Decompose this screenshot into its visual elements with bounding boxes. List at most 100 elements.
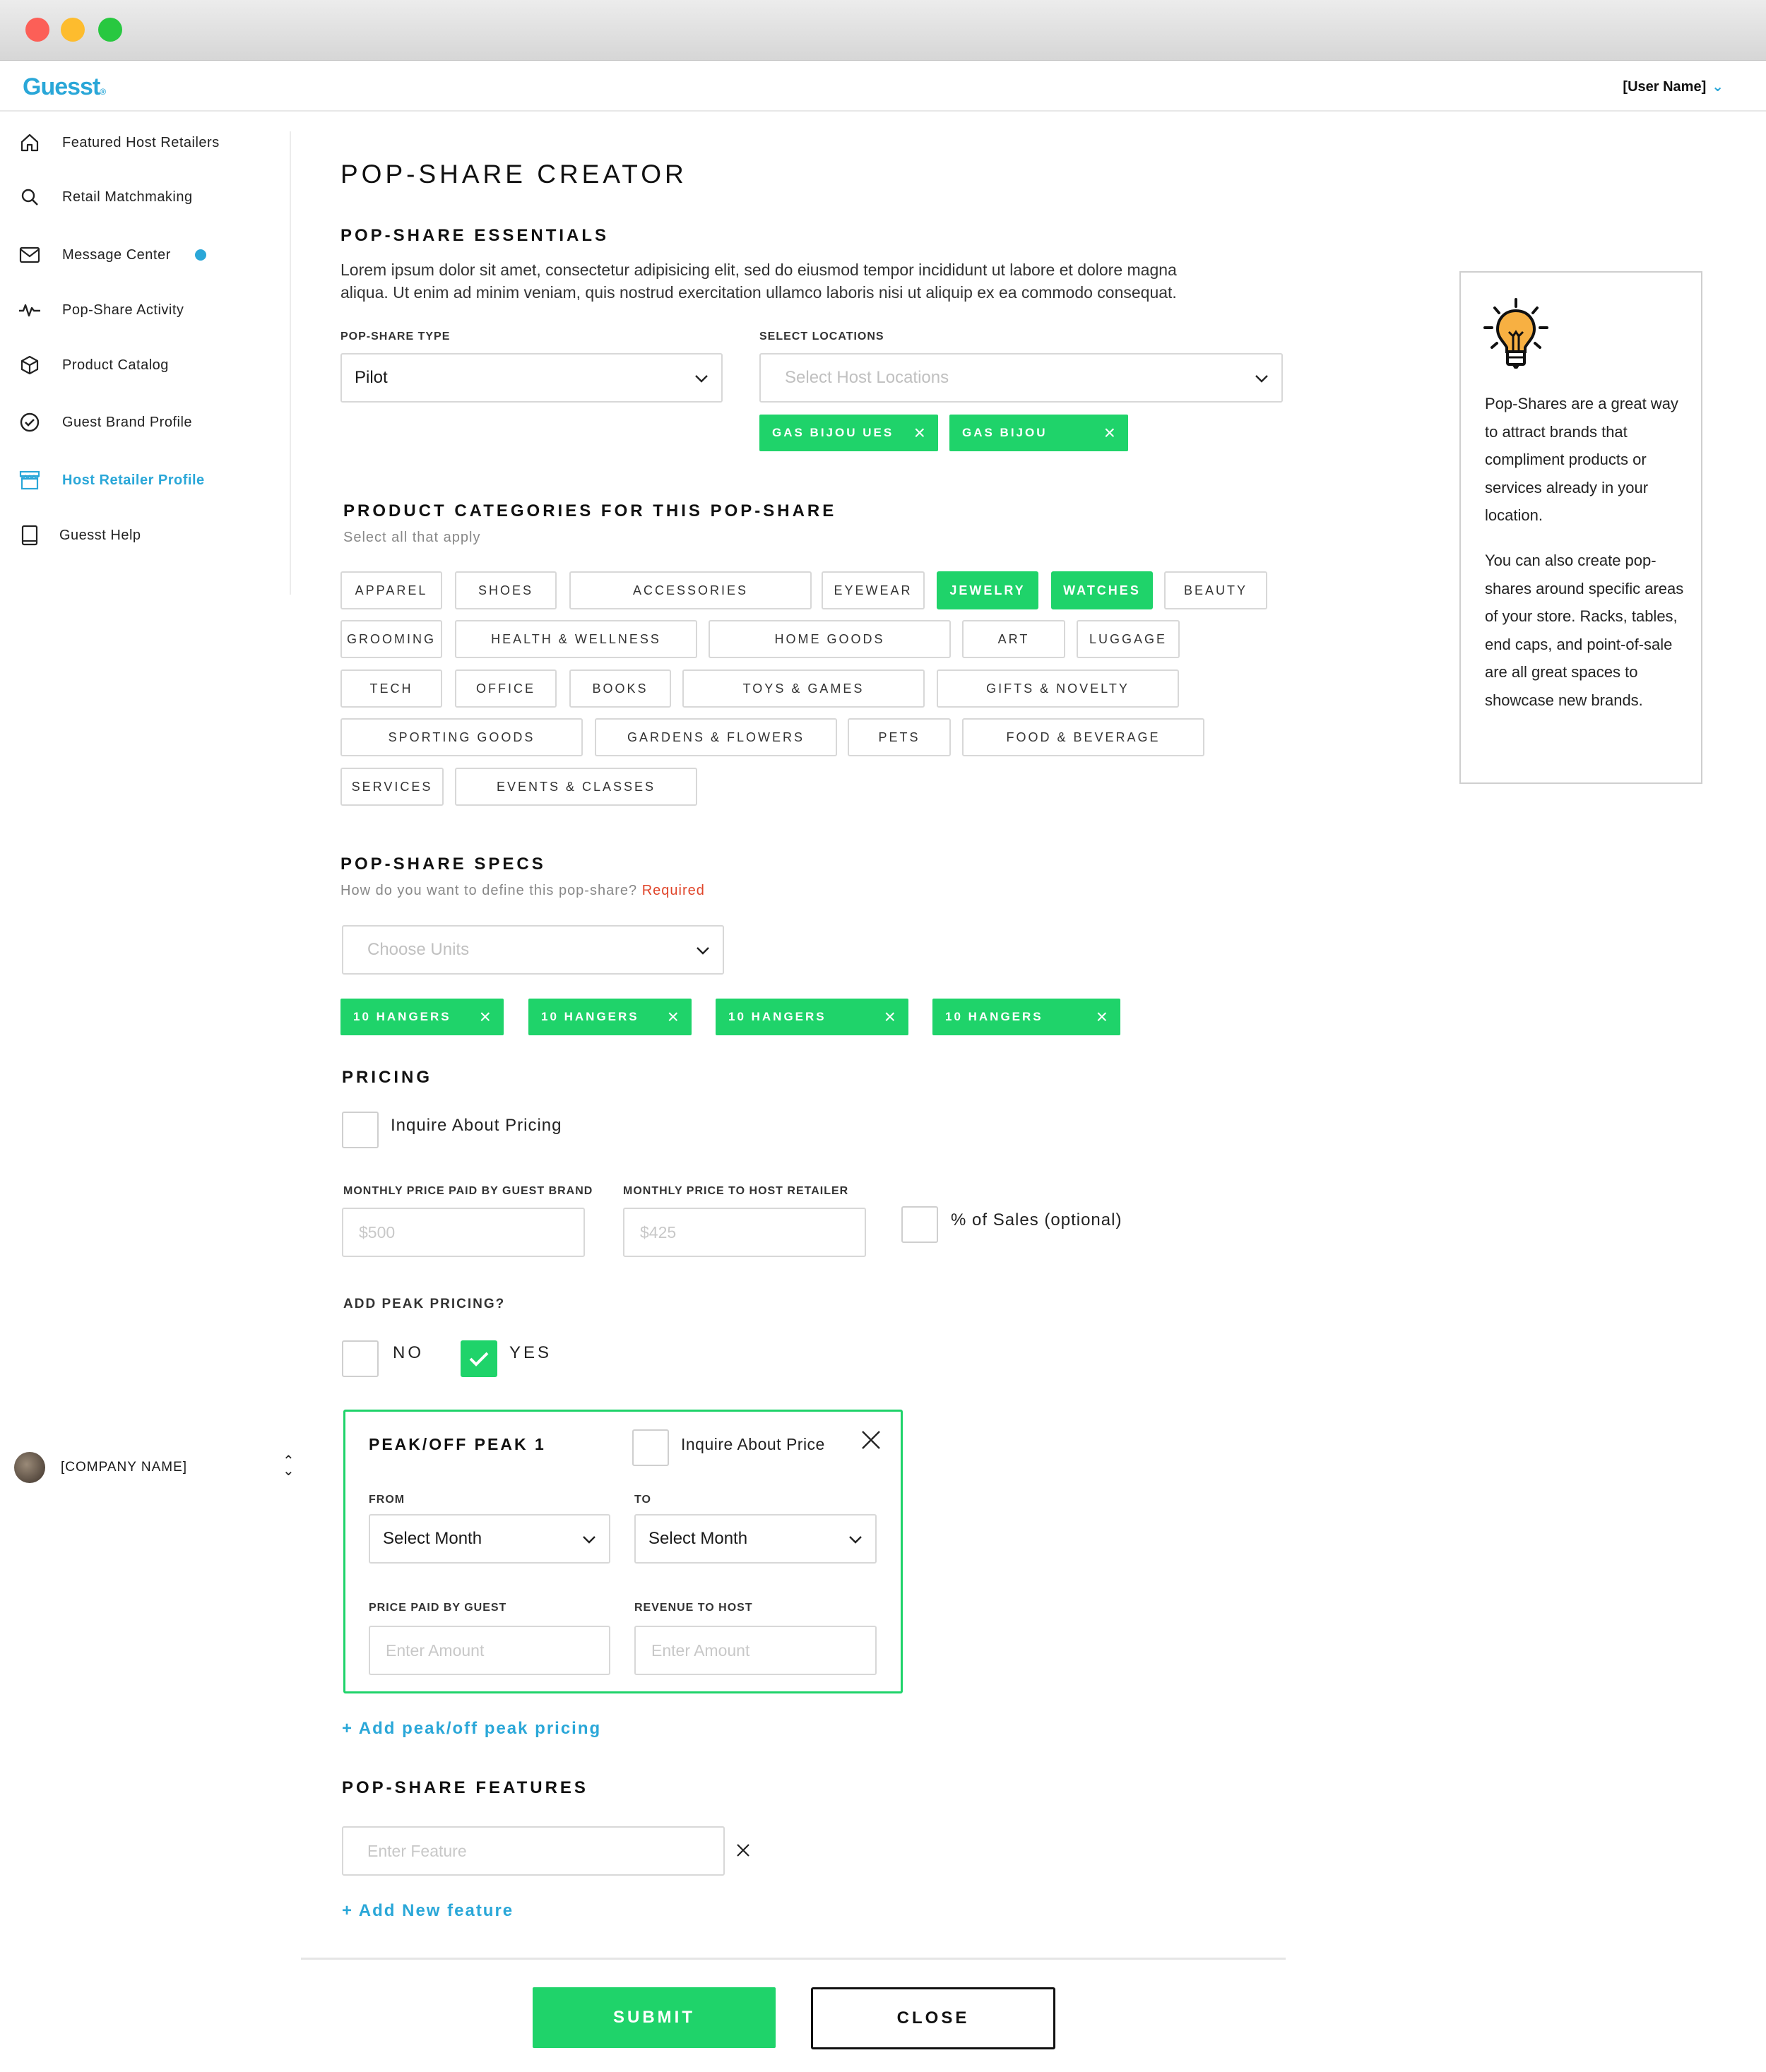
- category-chip[interactable]: ART: [962, 620, 1065, 658]
- company-switcher[interactable]: [COMPANY NAME]: [14, 1452, 187, 1483]
- category-chip[interactable]: TOYS & GAMES: [682, 669, 925, 708]
- search-icon: [18, 186, 41, 208]
- pop-share-type-label: POP-SHARE TYPE: [340, 331, 451, 343]
- from-month-select[interactable]: Select Month: [369, 1514, 610, 1564]
- category-chip[interactable]: BOOKS: [569, 669, 671, 708]
- essentials-description: Lorem ipsum dolor sit amet, consectetur …: [340, 261, 1177, 302]
- category-chip[interactable]: OFFICE: [455, 669, 557, 708]
- guest-price-input[interactable]: $500: [342, 1208, 585, 1257]
- sidebar-item-retail-matchmaking[interactable]: Retail Matchmaking: [18, 183, 193, 211]
- add-feature-link[interactable]: + Add New feature: [342, 1901, 514, 1921]
- category-chip[interactable]: EVENTS & CLASSES: [455, 768, 697, 806]
- spec-tag[interactable]: 10 HANGERS ×: [340, 999, 504, 1035]
- app-header: Guesst® [User Name] ⌄: [0, 61, 1766, 112]
- category-chip[interactable]: GARDENS & FLOWERS: [595, 718, 837, 756]
- category-chip[interactable]: ACCESSORIES: [569, 571, 812, 609]
- select-locations-label: SELECT LOCATIONS: [759, 331, 884, 343]
- percent-sales-label: % of Sales (optional): [951, 1210, 1122, 1229]
- maximize-window-button[interactable]: [98, 18, 122, 42]
- checkmark-icon: [469, 1352, 489, 1367]
- categories-heading: PRODUCT CATEGORIES FOR THIS POP-SHARE: [343, 501, 837, 520]
- location-tag[interactable]: GAS BIJOU UES ×: [759, 415, 938, 451]
- from-label: FROM: [369, 1494, 405, 1506]
- locations-select[interactable]: Select Host Locations: [759, 353, 1283, 403]
- activity-icon: [18, 299, 41, 321]
- category-chip[interactable]: EYEWEAR: [822, 571, 925, 609]
- peak-card-title: PEAK/OFF PEAK 1: [369, 1435, 546, 1453]
- category-chip[interactable]: FOOD & BEVERAGE: [962, 718, 1204, 756]
- peak-no-checkbox[interactable]: [342, 1340, 379, 1377]
- category-chip[interactable]: JEWELRY: [937, 571, 1038, 609]
- category-chip[interactable]: SHOES: [455, 571, 557, 609]
- close-icon[interactable]: ×: [480, 1006, 491, 1028]
- close-icon[interactable]: ×: [1096, 1006, 1108, 1028]
- sidebar-item-pop-share-activity[interactable]: Pop-Share Activity: [18, 296, 184, 324]
- units-select[interactable]: Choose Units: [342, 925, 724, 975]
- chevron-down-icon: [694, 368, 709, 388]
- essentials-heading: POP-SHARE ESSENTIALS: [340, 226, 610, 245]
- sidebar-item-featured-host-retailers[interactable]: Featured Host Retailers: [18, 129, 220, 157]
- inquire-pricing-label: Inquire About Pricing: [391, 1116, 562, 1135]
- category-chip[interactable]: WATCHES: [1051, 571, 1153, 609]
- close-icon[interactable]: ×: [884, 1006, 896, 1028]
- chevron-down-icon: [1255, 368, 1269, 388]
- minimize-window-button[interactable]: [61, 18, 85, 42]
- close-icon[interactable]: [860, 1429, 882, 1454]
- spec-tag[interactable]: 10 HANGERS ×: [716, 999, 908, 1035]
- revenue-label: REVENUE TO HOST: [634, 1602, 753, 1614]
- close-icon[interactable]: ×: [1104, 422, 1115, 444]
- category-chip[interactable]: GROOMING: [340, 620, 442, 658]
- price-paid-input[interactable]: Enter Amount: [369, 1626, 610, 1675]
- category-chip[interactable]: GIFTS & NOVELTY: [937, 669, 1179, 708]
- updown-chevron-icon[interactable]: ⌃ ⌄: [283, 1454, 295, 1478]
- to-label: TO: [634, 1494, 651, 1506]
- category-chip[interactable]: HEALTH & WELLNESS: [455, 620, 697, 658]
- location-tag[interactable]: GAS BIJOU ×: [949, 415, 1128, 451]
- sidebar-item-host-retailer-profile[interactable]: Host Retailer Profile: [18, 466, 205, 494]
- mail-icon: [18, 244, 41, 266]
- required-indicator: Required: [641, 883, 705, 898]
- percent-sales-checkbox[interactable]: [901, 1206, 938, 1243]
- to-month-select[interactable]: Select Month: [634, 1514, 877, 1564]
- category-chip[interactable]: TECH: [340, 669, 442, 708]
- close-icon[interactable]: ×: [914, 422, 925, 444]
- spec-tag[interactable]: 10 HANGERS ×: [528, 999, 692, 1035]
- host-price-label: MONTHLY PRICE TO HOST RETAILER: [623, 1185, 849, 1197]
- tip-card: Pop-Shares are a great way to attract br…: [1459, 271, 1702, 784]
- guesst-logo[interactable]: Guesst®: [23, 73, 106, 101]
- sidebar-item-guest-brand-profile[interactable]: Guest Brand Profile: [18, 408, 192, 436]
- close-icon[interactable]: ×: [668, 1006, 679, 1028]
- category-chip[interactable]: BEAUTY: [1164, 571, 1267, 609]
- lightbulb-icon: [1482, 297, 1550, 375]
- sidebar-item-guesst-help[interactable]: Guesst Help: [18, 521, 141, 549]
- category-chip[interactable]: PETS: [848, 718, 951, 756]
- host-price-input[interactable]: $425: [623, 1208, 866, 1257]
- box-icon: [18, 354, 41, 376]
- peak-no-label: NO: [393, 1343, 424, 1362]
- category-chip[interactable]: LUGGAGE: [1077, 620, 1180, 658]
- peak-yes-checkbox[interactable]: [461, 1340, 497, 1377]
- submit-button[interactable]: SUBMIT: [533, 1987, 776, 2048]
- close-icon[interactable]: [736, 1843, 750, 1861]
- pop-share-type-select[interactable]: Pilot: [340, 353, 723, 403]
- close-window-button[interactable]: [25, 18, 49, 42]
- category-chip[interactable]: HOME GOODS: [709, 620, 951, 658]
- check-badge-icon: [18, 411, 41, 434]
- peak-inquire-checkbox[interactable]: [632, 1429, 669, 1466]
- category-chip[interactable]: SERVICES: [340, 768, 444, 806]
- feature-input[interactable]: Enter Feature: [342, 1826, 725, 1876]
- inquire-pricing-checkbox[interactable]: [342, 1112, 379, 1148]
- add-peak-pricing-link[interactable]: + Add peak/off peak pricing: [342, 1719, 601, 1739]
- avatar: [14, 1452, 45, 1483]
- sidebar-item-product-catalog[interactable]: Product Catalog: [18, 351, 169, 379]
- close-button[interactable]: CLOSE: [811, 1987, 1055, 2049]
- sidebar-item-message-center[interactable]: Message Center: [18, 241, 206, 269]
- footer-divider: [301, 1958, 1286, 1960]
- category-chip[interactable]: APPAREL: [340, 571, 442, 609]
- home-icon: [18, 131, 41, 154]
- spec-tag[interactable]: 10 HANGERS ×: [932, 999, 1120, 1035]
- user-menu[interactable]: [User Name] ⌄: [1623, 78, 1724, 95]
- sidebar-divider: [290, 131, 291, 595]
- revenue-input[interactable]: Enter Amount: [634, 1626, 877, 1675]
- category-chip[interactable]: SPORTING GOODS: [340, 718, 583, 756]
